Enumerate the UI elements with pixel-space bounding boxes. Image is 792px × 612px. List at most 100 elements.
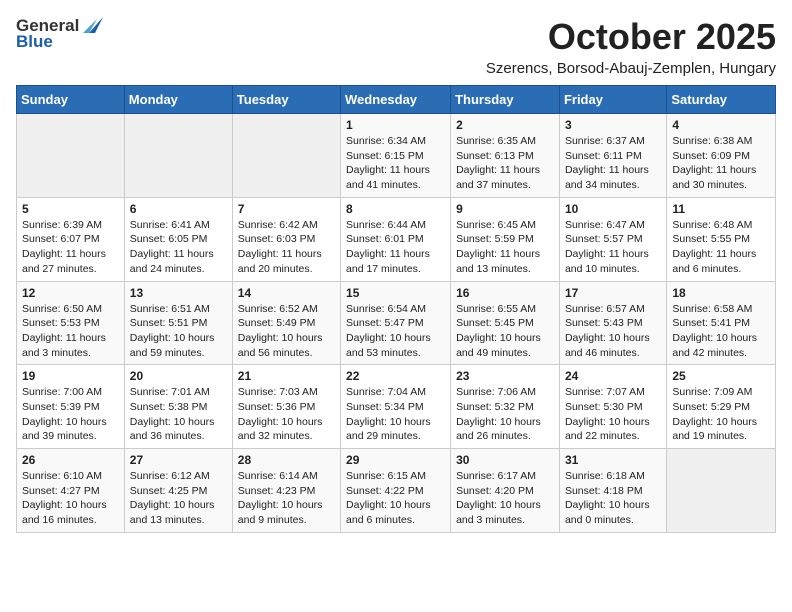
week-row-2: 5 Sunrise: 6:39 AMSunset: 6:07 PMDaylight… [17, 197, 776, 281]
calendar-cell: 28 Sunrise: 6:14 AMSunset: 4:23 PMDayligh… [232, 449, 340, 533]
day-number: 12 [22, 286, 119, 300]
calendar-cell: 22Sunrise: 7:04 AMSunset: 5:34 PMDayligh… [341, 365, 451, 449]
calendar-cell: 5 Sunrise: 6:39 AMSunset: 6:07 PMDaylight… [17, 197, 125, 281]
weekday-header-row: SundayMondayTuesdayWednesdayThursdayFrid… [17, 86, 776, 114]
day-number: 19 [22, 369, 119, 383]
day-info: Sunrise: 6:52 AMSunset: 5:49 PMDaylight:… [238, 302, 335, 361]
calendar-cell [232, 114, 340, 198]
calendar-cell: 7Sunrise: 6:42 AMSunset: 6:03 PMDaylight… [232, 197, 340, 281]
week-row-1: 1 Sunrise: 6:34 AMSunset: 6:15 PMDaylight… [17, 114, 776, 198]
day-info: Sunrise: 7:01 AMSunset: 5:38 PMDaylight:… [130, 385, 227, 444]
month-title: October 2025 [486, 16, 776, 58]
day-number: 8 [346, 202, 445, 216]
day-number: 21 [238, 369, 335, 383]
calendar-table: SundayMondayTuesdayWednesdayThursdayFrid… [16, 85, 776, 533]
day-number: 14 [238, 286, 335, 300]
day-number: 3 [565, 118, 661, 132]
calendar-cell: 11 Sunrise: 6:48 AMSunset: 5:55 PMDayligh… [667, 197, 776, 281]
calendar-cell: 21Sunrise: 7:03 AMSunset: 5:36 PMDayligh… [232, 365, 340, 449]
day-info: Sunrise: 6:38 AMSunset: 6:09 PMDaylight:… [672, 134, 770, 193]
day-number: 6 [130, 202, 227, 216]
day-info: Sunrise: 6:18 AMSunset: 4:18 PMDaylight:… [565, 469, 661, 528]
day-number: 25 [672, 369, 770, 383]
day-number: 10 [565, 202, 661, 216]
day-number: 31 [565, 453, 661, 467]
day-number: 26 [22, 453, 119, 467]
day-info: Sunrise: 6:37 AMSunset: 6:11 PMDaylight:… [565, 134, 661, 193]
day-info: Sunrise: 6:14 AMSunset: 4:23 PMDaylight:… [238, 469, 335, 528]
week-row-4: 19 Sunrise: 7:00 AMSunset: 5:39 PMDayligh… [17, 365, 776, 449]
day-number: 23 [456, 369, 554, 383]
day-number: 1 [346, 118, 445, 132]
day-number: 30 [456, 453, 554, 467]
calendar-cell: 2 Sunrise: 6:35 AMSunset: 6:13 PMDaylight… [451, 114, 560, 198]
day-number: 28 [238, 453, 335, 467]
day-number: 15 [346, 286, 445, 300]
day-info: Sunrise: 6:54 AMSunset: 5:47 PMDaylight:… [346, 302, 445, 361]
day-info: Sunrise: 6:12 AMSunset: 4:25 PMDaylight:… [130, 469, 227, 528]
calendar-cell: 13 Sunrise: 6:51 AMSunset: 5:51 PMDayligh… [124, 281, 232, 365]
calendar-cell [124, 114, 232, 198]
calendar-cell: 4 Sunrise: 6:38 AMSunset: 6:09 PMDaylight… [667, 114, 776, 198]
day-number: 17 [565, 286, 661, 300]
calendar-cell: 25 Sunrise: 7:09 AMSunset: 5:29 PMDayligh… [667, 365, 776, 449]
weekday-tuesday: Tuesday [232, 86, 340, 114]
day-info: Sunrise: 6:48 AMSunset: 5:55 PMDaylight:… [672, 218, 770, 277]
logo-bird-icon [81, 15, 103, 35]
calendar-cell: 24Sunrise: 7:07 AMSunset: 5:30 PMDayligh… [559, 365, 666, 449]
day-number: 27 [130, 453, 227, 467]
calendar-cell: 20Sunrise: 7:01 AMSunset: 5:38 PMDayligh… [124, 365, 232, 449]
weekday-wednesday: Wednesday [341, 86, 451, 114]
calendar-cell: 31 Sunrise: 6:18 AMSunset: 4:18 PMDayligh… [559, 449, 666, 533]
day-info: Sunrise: 6:15 AMSunset: 4:22 PMDaylight:… [346, 469, 445, 528]
day-info: Sunrise: 6:39 AMSunset: 6:07 PMDaylight:… [22, 218, 119, 277]
day-number: 24 [565, 369, 661, 383]
day-info: Sunrise: 6:51 AMSunset: 5:51 PMDaylight:… [130, 302, 227, 361]
location-title: Szerencs, Borsod-Abauj-Zemplen, Hungary [486, 60, 776, 77]
calendar-cell: 12 Sunrise: 6:50 AMSunset: 5:53 PMDayligh… [17, 281, 125, 365]
calendar-cell: 23 Sunrise: 7:06 AMSunset: 5:32 PMDayligh… [451, 365, 560, 449]
calendar-cell: 26 Sunrise: 6:10 AMSunset: 4:27 PMDayligh… [17, 449, 125, 533]
day-number: 13 [130, 286, 227, 300]
calendar-cell: 27 Sunrise: 6:12 AMSunset: 4:25 PMDayligh… [124, 449, 232, 533]
calendar-cell: 19 Sunrise: 7:00 AMSunset: 5:39 PMDayligh… [17, 365, 125, 449]
day-info: Sunrise: 6:17 AMSunset: 4:20 PMDaylight:… [456, 469, 554, 528]
calendar-cell [667, 449, 776, 533]
day-info: Sunrise: 6:44 AMSunset: 6:01 PMDaylight:… [346, 218, 445, 277]
day-info: Sunrise: 7:09 AMSunset: 5:29 PMDaylight:… [672, 385, 770, 444]
calendar-cell: 30 Sunrise: 6:17 AMSunset: 4:20 PMDayligh… [451, 449, 560, 533]
weekday-thursday: Thursday [451, 86, 560, 114]
day-info: Sunrise: 6:35 AMSunset: 6:13 PMDaylight:… [456, 134, 554, 193]
header: General Blue October 2025 Szerencs, Bors… [16, 16, 776, 77]
day-number: 5 [22, 202, 119, 216]
day-info: Sunrise: 7:06 AMSunset: 5:32 PMDaylight:… [456, 385, 554, 444]
day-number: 2 [456, 118, 554, 132]
calendar-cell [17, 114, 125, 198]
day-info: Sunrise: 6:57 AMSunset: 5:43 PMDaylight:… [565, 302, 661, 361]
day-number: 7 [238, 202, 335, 216]
week-row-3: 12 Sunrise: 6:50 AMSunset: 5:53 PMDayligh… [17, 281, 776, 365]
day-info: Sunrise: 6:58 AMSunset: 5:41 PMDaylight:… [672, 302, 770, 361]
day-info: Sunrise: 6:50 AMSunset: 5:53 PMDaylight:… [22, 302, 119, 361]
calendar-cell: 18Sunrise: 6:58 AMSunset: 5:41 PMDayligh… [667, 281, 776, 365]
weekday-friday: Friday [559, 86, 666, 114]
calendar-cell: 29 Sunrise: 6:15 AMSunset: 4:22 PMDayligh… [341, 449, 451, 533]
day-info: Sunrise: 6:10 AMSunset: 4:27 PMDaylight:… [22, 469, 119, 528]
day-number: 29 [346, 453, 445, 467]
weekday-sunday: Sunday [17, 86, 125, 114]
day-number: 16 [456, 286, 554, 300]
day-number: 22 [346, 369, 445, 383]
day-info: Sunrise: 6:45 AMSunset: 5:59 PMDaylight:… [456, 218, 554, 277]
title-section: October 2025 Szerencs, Borsod-Abauj-Zemp… [486, 16, 776, 77]
day-info: Sunrise: 6:34 AMSunset: 6:15 PMDaylight:… [346, 134, 445, 193]
calendar-cell: 10Sunrise: 6:47 AMSunset: 5:57 PMDayligh… [559, 197, 666, 281]
day-number: 11 [672, 202, 770, 216]
calendar-cell: 16 Sunrise: 6:55 AMSunset: 5:45 PMDayligh… [451, 281, 560, 365]
day-info: Sunrise: 6:55 AMSunset: 5:45 PMDaylight:… [456, 302, 554, 361]
weekday-monday: Monday [124, 86, 232, 114]
day-info: Sunrise: 7:00 AMSunset: 5:39 PMDaylight:… [22, 385, 119, 444]
calendar-cell: 8 Sunrise: 6:44 AMSunset: 6:01 PMDaylight… [341, 197, 451, 281]
calendar-cell: 6Sunrise: 6:41 AMSunset: 6:05 PMDaylight… [124, 197, 232, 281]
day-number: 4 [672, 118, 770, 132]
weekday-saturday: Saturday [667, 86, 776, 114]
